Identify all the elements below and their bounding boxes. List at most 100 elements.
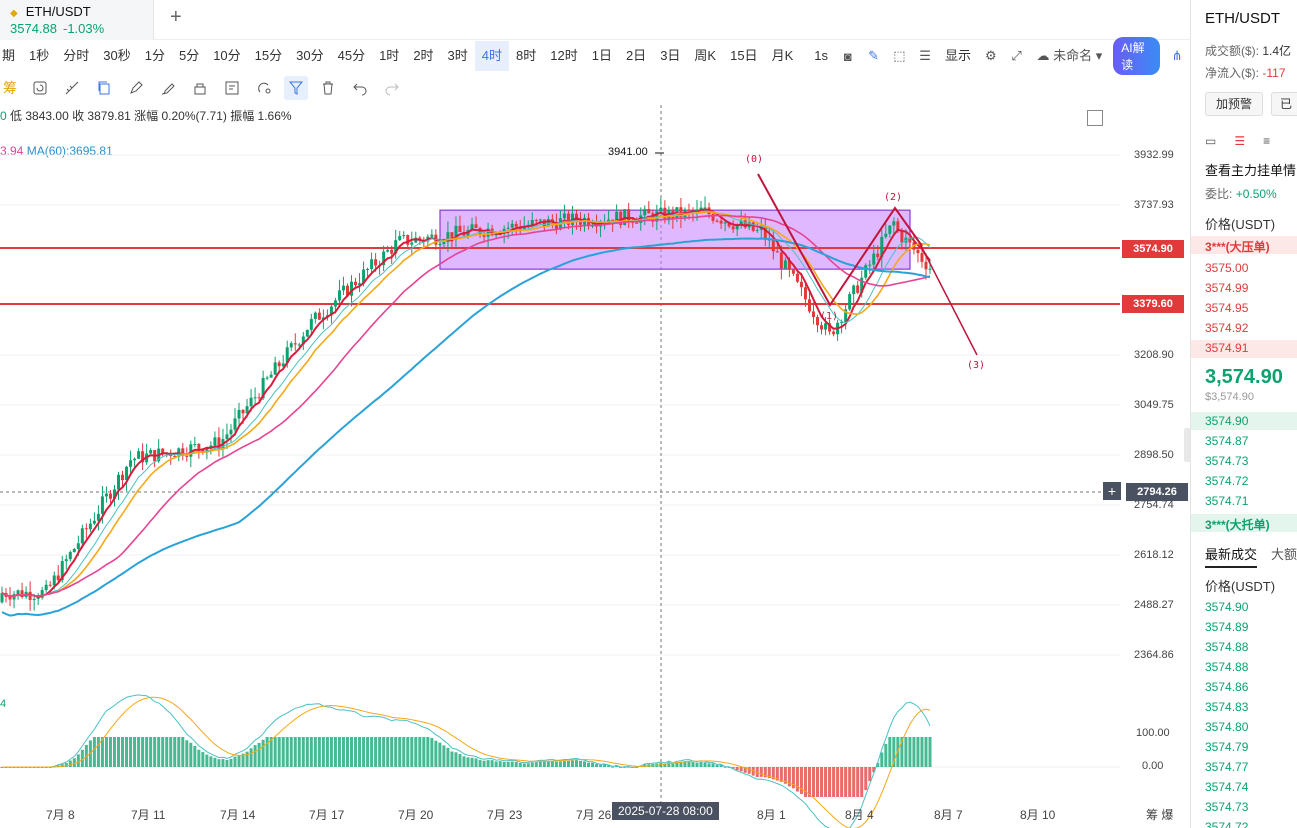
ai-analysis-button[interactable]: AI解读 [1113, 37, 1161, 75]
macd-bar [72, 758, 76, 767]
macd-bar [325, 737, 329, 767]
crop-icon[interactable]: ⬚ [891, 47, 907, 65]
candlestick-chart[interactable] [0, 100, 1190, 828]
secondary-button[interactable]: 已 [1271, 92, 1297, 116]
candle-body [751, 222, 755, 231]
interval-15[interactable]: 12时 [543, 41, 584, 71]
add-alert-button[interactable]: 加预警 [1205, 92, 1263, 116]
candle-body [289, 343, 293, 348]
measure-icon[interactable] [60, 76, 84, 100]
interval-20[interactable]: 15日 [723, 41, 764, 71]
copy-icon[interactable] [92, 76, 116, 100]
gear-icon[interactable]: ⚙ [983, 47, 999, 65]
interval-17[interactable]: 2日 [619, 41, 653, 71]
macd-bar [494, 761, 498, 767]
interval-9[interactable]: 45分 [331, 41, 372, 71]
interval-13[interactable]: 4时 [474, 41, 510, 71]
ask-row[interactable]: 3574.99 [1205, 281, 1248, 295]
date-axis-label: 7月 20 [398, 808, 434, 822]
interval-21[interactable]: 月K [765, 41, 801, 71]
brush-icon[interactable] [156, 76, 180, 100]
tab-latest-trades[interactable]: 最新成交 [1205, 547, 1258, 568]
interval-1[interactable]: 1秒 [22, 41, 56, 71]
bid-row[interactable]: 3574.73 [1205, 454, 1248, 468]
cursor-plus-button[interactable]: + [1103, 482, 1121, 500]
macd-bar [382, 737, 386, 767]
interval-12[interactable]: 3时 [441, 41, 475, 71]
share-icon[interactable]: ⋔ [1169, 47, 1185, 65]
trade-row: 3574.80 [1205, 720, 1249, 734]
interval-8[interactable]: 30分 [289, 41, 330, 71]
candle-body [398, 235, 402, 241]
ask-row[interactable]: 3574.91 [1205, 341, 1248, 355]
interval-6[interactable]: 10分 [206, 41, 247, 71]
whale-orders-link[interactable]: 查看主力挂单情 [1205, 160, 1296, 179]
trash-icon[interactable] [316, 76, 340, 100]
layout-select[interactable]: ☁ 未命名 ▾ [1029, 41, 1109, 71]
cloud-icon: ☁ [1036, 48, 1054, 63]
trade-row: 3574.72 [1205, 820, 1249, 828]
macd-bar [261, 739, 265, 767]
macd-bar [583, 761, 587, 767]
redo-icon[interactable] [380, 76, 404, 100]
filter-icon[interactable] [284, 76, 308, 100]
macd-bar [542, 761, 546, 767]
macd-bar [201, 752, 205, 767]
bid-row[interactable]: 3574.71 [1205, 494, 1248, 508]
interval-0[interactable]: 期 [0, 41, 22, 71]
interval-16[interactable]: 1日 [585, 41, 619, 71]
ask-row[interactable]: 3574.92 [1205, 321, 1248, 335]
bid-row[interactable]: 3574.72 [1205, 474, 1248, 488]
pencil-icon[interactable]: ✎ [866, 47, 882, 65]
interval-2[interactable]: 分时 [56, 41, 96, 71]
tab-large-trades[interactable]: 大额 [1271, 547, 1297, 562]
wave-label-1: (1) [820, 311, 839, 322]
bid-row[interactable]: 3574.90 [1205, 414, 1248, 428]
chips-toggle[interactable]: 筹 [0, 76, 20, 100]
ask-big-order[interactable]: 3***(大压单) [1205, 238, 1270, 255]
ask-row[interactable]: 3574.95 [1205, 301, 1248, 315]
seconds-toggle[interactable]: 1s [807, 41, 835, 71]
expand-icon[interactable]: ⤢ [1009, 47, 1025, 65]
camera-icon[interactable]: ◙ [840, 47, 856, 65]
macd-bar [591, 762, 595, 767]
chips-explode-toggle[interactable]: 筹 爆 [1146, 806, 1173, 823]
refresh-icon[interactable] [28, 76, 52, 100]
settings-list-icon[interactable]: ☰ [917, 47, 933, 65]
macd-bar [490, 760, 494, 767]
interval-14[interactable]: 8时 [509, 41, 543, 71]
macd-label-left: 4 [0, 698, 7, 710]
ask-row[interactable]: 3575.00 [1205, 261, 1248, 275]
pen-icon[interactable] [124, 76, 148, 100]
volume-row: 成交额($): 1.4亿 [1205, 42, 1291, 59]
macd-bar [309, 737, 313, 767]
display-menu[interactable]: 显示 [938, 41, 978, 71]
bid-row[interactable]: 3574.87 [1205, 434, 1248, 448]
interval-11[interactable]: 2时 [406, 41, 440, 71]
candle-body [293, 343, 297, 345]
note-icon[interactable] [220, 76, 244, 100]
depth-icon[interactable]: ☰ [1234, 134, 1245, 148]
interval-5[interactable]: 5分 [172, 41, 206, 71]
orderbook-icon[interactable]: ▭ [1205, 134, 1216, 148]
macd-bar [189, 742, 193, 767]
tab-eth-usdt[interactable]: ◆ ETH/USDT 3574.88 -1.03% [0, 0, 154, 40]
interval-7[interactable]: 15分 [248, 41, 289, 71]
magnet-icon[interactable] [252, 76, 276, 100]
undo-icon[interactable] [348, 76, 372, 100]
macd-bar [217, 759, 221, 767]
list-icon[interactable]: ≡ [1263, 134, 1270, 148]
macd-bar [121, 737, 125, 767]
panel-icon-row: ▭ ☰ ≡ [1205, 134, 1270, 148]
macd-bar [117, 737, 121, 767]
bid-big-order[interactable]: 3***(大托单) [1205, 516, 1270, 533]
interval-3[interactable]: 30秒 [96, 41, 137, 71]
interval-4[interactable]: 1分 [138, 41, 172, 71]
interval-18[interactable]: 3日 [653, 41, 687, 71]
interval-19[interactable]: 周K [687, 41, 723, 71]
macd-bar [281, 737, 285, 767]
interval-10[interactable]: 1时 [372, 41, 406, 71]
add-tab-button[interactable]: + [170, 6, 182, 29]
macd-bar [253, 745, 257, 767]
lock-icon[interactable] [188, 76, 212, 100]
